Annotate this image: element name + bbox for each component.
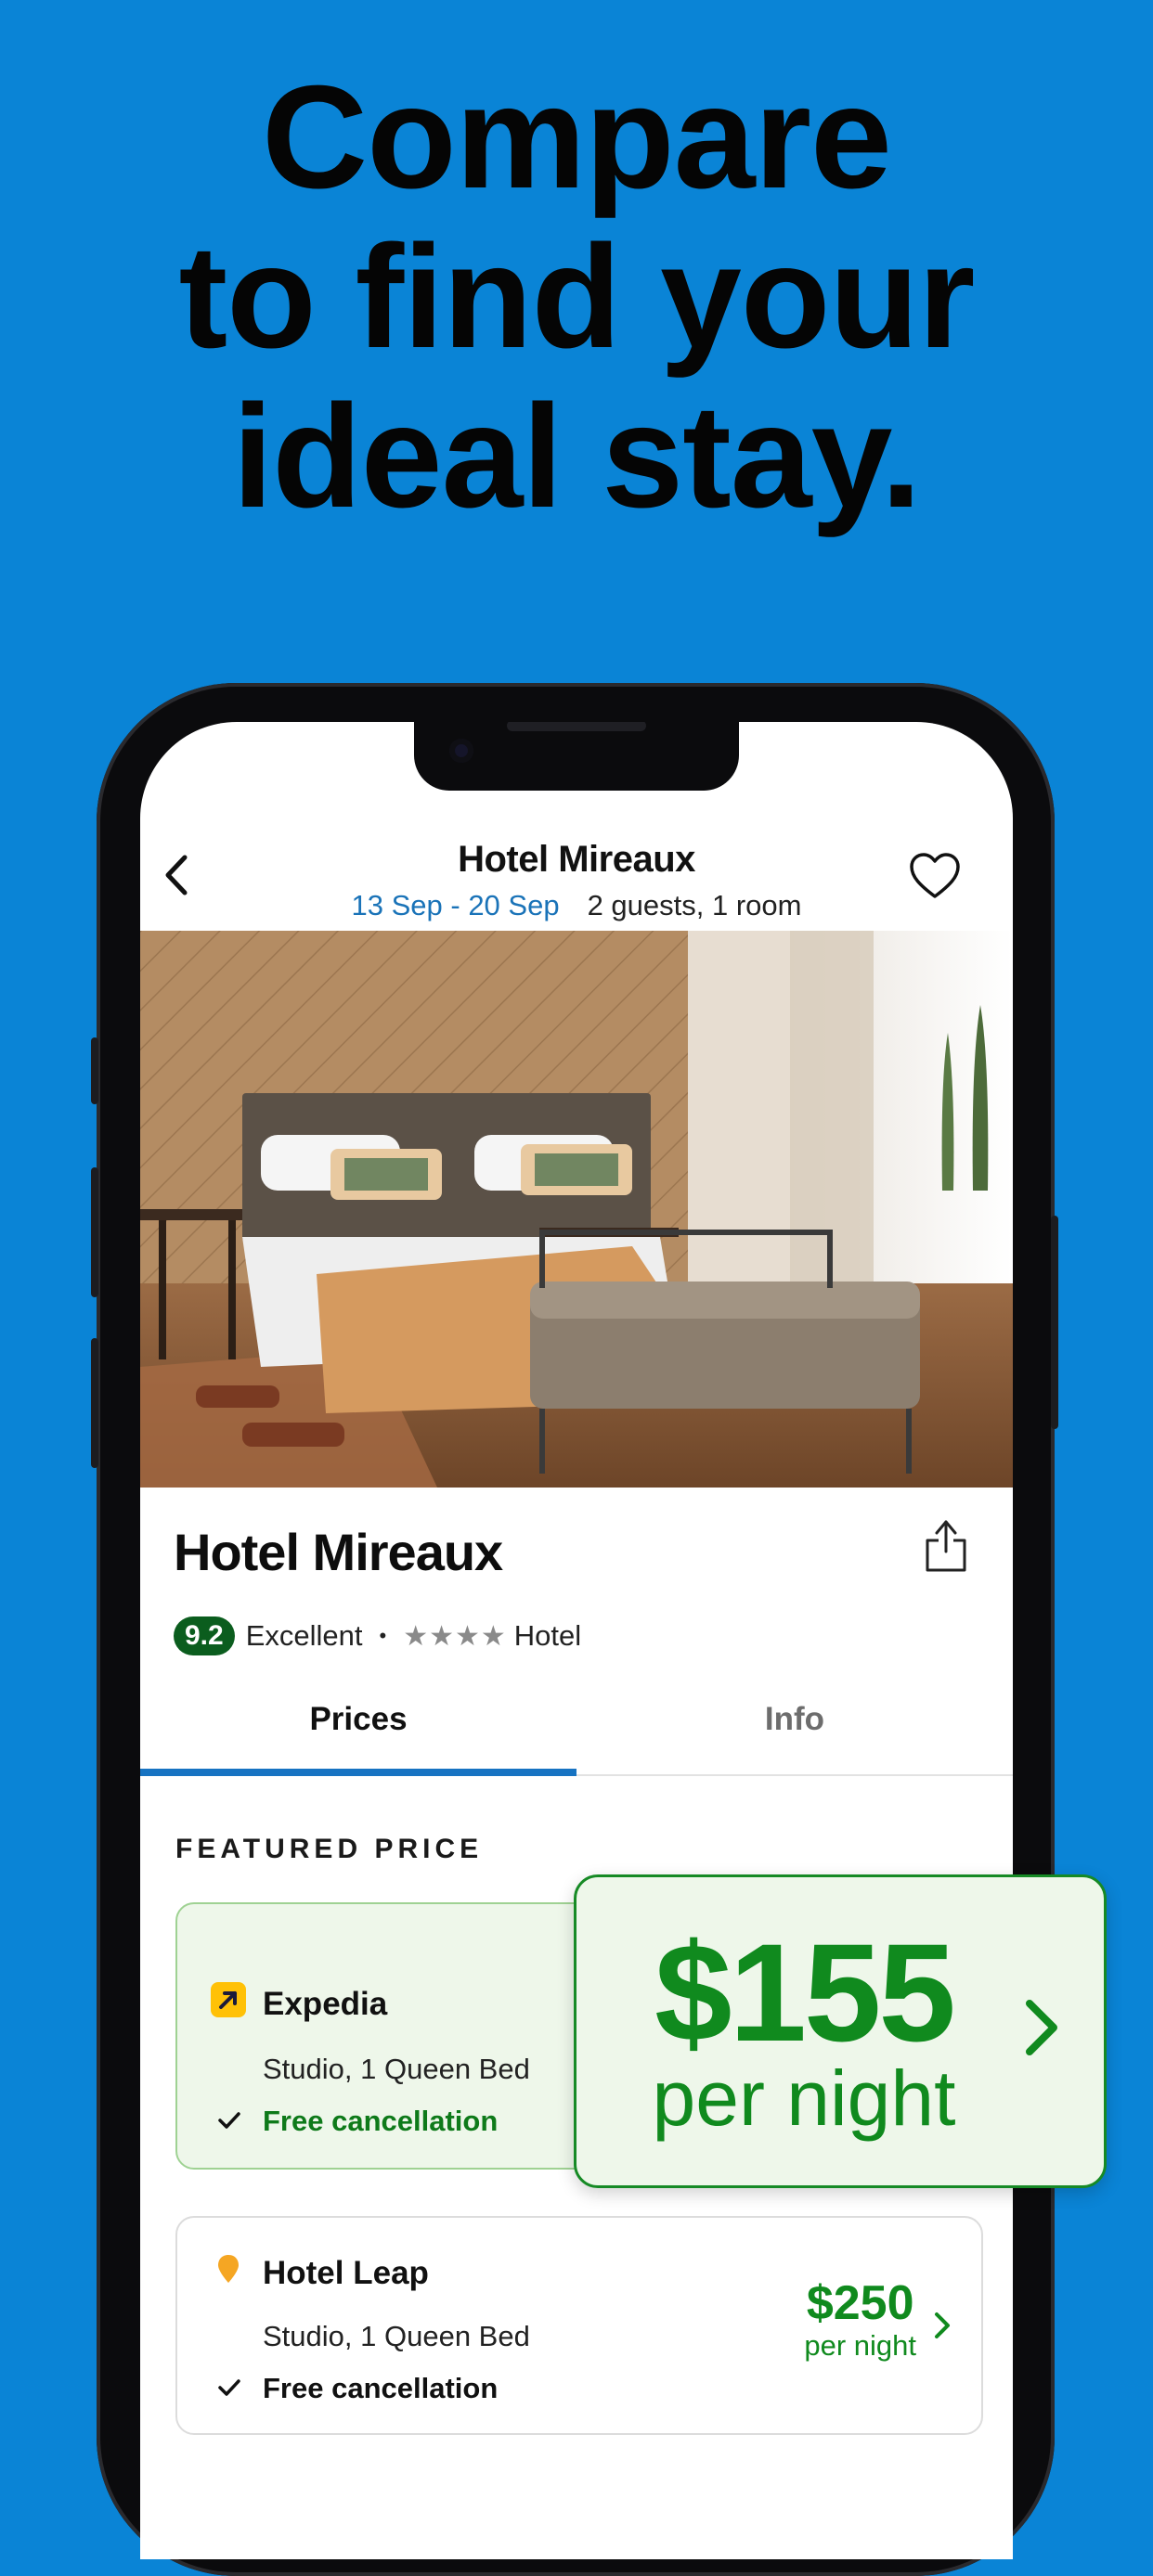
property-type: Hotel [513, 1619, 582, 1652]
earpiece-speaker [507, 722, 646, 731]
featured-price-amount: $155 [654, 1914, 956, 2070]
hotel-room-illustration [140, 931, 1013, 1488]
hotel-name: Hotel Mireaux [174, 1523, 503, 1581]
hotel-room-photo[interactable] [140, 931, 1013, 1488]
separator-dot: • [379, 1624, 387, 1647]
room-type: Studio, 1 Queen Bed [263, 2320, 530, 2352]
price-card-hotel-leap[interactable]: Hotel Leap Studio, 1 Queen Bed Free canc… [175, 2216, 983, 2435]
provider-name: Hotel Leap [263, 2254, 429, 2291]
tab-info[interactable]: Info [576, 1687, 1013, 1752]
header-title: Hotel Mireaux [458, 839, 695, 880]
cancellation-label: Free cancellation [263, 2105, 499, 2137]
section-label-featured-price: FEATURED PRICE [175, 1834, 484, 1864]
chevron-right-icon[interactable] [1018, 1990, 1065, 2065]
rating-label: Excellent [245, 1619, 363, 1652]
headline-line-2: to find your [178, 215, 976, 379]
phone-screen: Hotel Mireaux 13 Sep - 20 Sep 2 guests, 1… [140, 722, 1013, 2559]
favorite-button[interactable] [907, 850, 963, 902]
featured-price-callout[interactable]: $155 per night [574, 1874, 1107, 2188]
cancellation-row: Free cancellation [211, 2372, 498, 2405]
tab-prices[interactable]: Prices [140, 1687, 576, 1752]
phone-volume-down-button [91, 1338, 98, 1468]
room-type: Studio, 1 Queen Bed [263, 2053, 530, 2085]
chevron-right-icon[interactable] [931, 2307, 955, 2344]
phone-volume-up-button [91, 1167, 98, 1297]
featured-price-per-night: per night [652, 2054, 956, 2142]
expedia-logo-icon [211, 1982, 246, 2026]
cancellation-row: Free cancellation [211, 2105, 498, 2138]
price-block: $250 per night [804, 2277, 916, 2363]
headline-line-3: ideal stay. [232, 375, 921, 538]
checkmark-icon [211, 2372, 248, 2405]
share-icon [926, 1520, 966, 1572]
headline: Compare to find your ideal stay. [0, 58, 1153, 536]
heart-icon [910, 853, 960, 898]
review-score-badge: 9.2 [174, 1616, 235, 1655]
headline-line-1: Compare [262, 56, 892, 219]
cancellation-label: Free cancellation [263, 2372, 499, 2404]
location-pin-icon [211, 2251, 246, 2295]
provider-name: Expedia [263, 1985, 388, 2022]
header-subtitle: 13 Sep - 20 Sep 2 guests, 1 room [140, 889, 1013, 922]
rating-row: 9.2 Excellent • ★★★★ Hotel [174, 1615, 581, 1657]
phone-notch [414, 722, 739, 791]
share-button[interactable] [922, 1516, 970, 1574]
phone-power-button [1051, 1216, 1058, 1429]
price-per-night: per night [804, 2329, 916, 2362]
phone-mute-switch [91, 1037, 98, 1104]
star-rating-icon: ★★★★ [403, 1620, 507, 1652]
active-tab-indicator [140, 1769, 576, 1776]
provider-row: Expedia [211, 1982, 387, 2026]
front-camera [449, 739, 473, 763]
header-dates[interactable]: 13 Sep - 20 Sep [352, 889, 560, 921]
price-amount: $250 [806, 2276, 914, 2330]
header-guests[interactable]: 2 guests, 1 room [588, 889, 802, 921]
checkmark-icon [211, 2105, 248, 2138]
provider-row: Hotel Leap [211, 2251, 429, 2295]
